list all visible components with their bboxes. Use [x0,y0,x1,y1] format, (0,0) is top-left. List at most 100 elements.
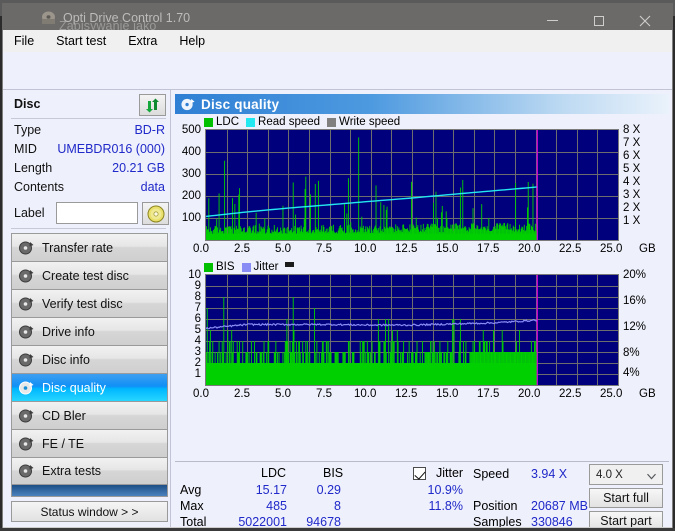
disc-burn-icon [12,268,40,284]
disc-label-input[interactable] [56,202,138,224]
legend-label: LDC [216,116,240,128]
legend-item-write-speed: Write speed [327,116,400,128]
sidebar-item-label: Verify test disc [42,296,123,311]
sidebar-item-label: CD Bler [42,408,86,423]
y2-tick-label: 1 X [623,215,641,227]
x-tick-label: 5.0 [275,243,291,255]
legend-swatch-ldc [204,117,213,127]
y2-tick-label: 8% [623,347,640,359]
stats-value-avg-bis: 0.29 [316,483,341,497]
stats-row-label-avg: Avg [180,483,202,497]
sidebar-item-label: Drive info [42,324,95,339]
sidebar-item-disc-quality[interactable]: Disc quality [11,373,168,401]
menu-item-extra[interactable]: Extra [128,34,157,48]
left-panel: Disc Type BD-R MID UMEBDR016 (000) Lengt… [3,90,170,527]
y2-tick-label: 8 X [623,124,641,136]
disc-info-row-length: Length 20.21 GB [11,160,166,179]
x-tick-label: 5.0 [275,388,291,400]
bis-chart-legend: BIS Jitter [204,261,304,273]
legend-swatch-read-speed [246,117,256,127]
stats-row-label-max: Max [180,499,204,513]
status-window-label: Status window > > [40,504,139,519]
x-tick-label: 15.0 [436,388,459,400]
sidebar-item-label: Transfer rate [42,240,114,255]
x-tick-label: 17.5 [477,243,500,255]
x-tick-label: 25.0 [600,388,623,400]
jitter-label: Jitter [436,466,464,480]
disc-panel-header: Disc [11,94,166,116]
stats-panel: LDC BIS Jitter Avg Max Total 15.17 485 5… [175,461,669,531]
y2-tick-label: 16% [623,295,647,307]
stats-value-avg-jitter: 10.9% [427,483,463,497]
sidebar-item-label: FE / TE [42,436,85,451]
x-tick-label: 2.5 [234,388,250,400]
disc-refresh-button[interactable] [139,94,166,116]
status-window-button[interactable]: Status window > > [11,501,168,522]
stats-value-max-jitter: 11.8% [428,499,463,513]
jitter-checkbox[interactable] [413,467,426,480]
disc-quality-icon [175,97,201,112]
sidebar-item-cd-bler[interactable]: CD Bler [11,401,168,429]
sidebar-item-fe-te[interactable]: FE / TE [11,429,168,457]
disc-burn-icon [12,380,40,396]
legend-item-jitter: Jitter [241,261,278,273]
ldc-chart-legend: LDC Read speed Write speed [204,116,407,128]
disc-burn-icon [12,463,40,479]
sidebar-item-extra-tests[interactable]: Extra tests [11,457,168,485]
x-axis-unit: GB [639,388,656,400]
main-panel: Disc quality LDC Read speed Write speed [170,90,672,531]
disc-info-row-type: Type BD-R [11,122,166,141]
disc-icon-button[interactable] [142,202,169,225]
menu-item-start-test[interactable]: Start test [56,34,106,48]
stats-value-max-ldc: 485 [266,499,287,513]
x-tick-label: 10.0 [354,243,377,255]
titlebar[interactable]: Zapisywanie jako Opti Drive Control 1.70 [2,3,673,33]
stats-col-header-bis: BIS [323,466,344,480]
y2-tick-label: 2 X [623,202,641,214]
x-tick-label: 22.5 [559,243,582,255]
sidebar-item-transfer-rate[interactable]: Transfer rate [11,233,168,261]
legend-item-ldc: LDC [204,116,239,128]
menu-item-help[interactable]: Help [179,34,205,48]
sidebar-item-drive-info[interactable]: Drive info [11,317,168,345]
disc-info-list: Type BD-R MID UMEBDR016 (000) Length 20.… [11,122,166,198]
sidebar-item-verify-test-disc[interactable]: Verify test disc [11,289,168,317]
x-tick-label: 17.5 [477,388,500,400]
sidebar-item-label: Disc info [42,352,90,367]
sidebar-item-label: Create test disc [42,268,129,283]
legend-label: Write speed [339,116,401,128]
sidebar-item-disc-info[interactable]: Disc info [11,345,168,373]
legend-swatch-jitter [241,262,251,272]
y-tick-label: 300 [181,168,201,180]
disc-burn-icon [12,352,40,368]
bis-plot-area [205,274,619,386]
legend-swatch-bis [204,262,213,272]
menu-bar: File Start test Extra Help [3,30,672,52]
menu-item-file[interactable]: File [14,34,34,48]
disc-info-row-mid: MID UMEBDR016 (000) [11,141,166,160]
x-tick-label: 10.0 [354,388,377,400]
disc-label-caption: Label [14,206,45,220]
legend-swatch-write-speed [327,117,337,127]
disc-label-row: Label [11,202,169,226]
test-speed-select[interactable]: 4.0 X [589,464,663,485]
sidebar-item-create-test-disc[interactable]: Create test disc [11,261,168,289]
start-full-button[interactable]: Start full [589,488,663,508]
x-tick-label: 7.5 [316,388,332,400]
disc-info-value: BD-R [134,123,165,137]
legend-item-bis: BIS [204,261,235,273]
legend-label: Read speed [258,116,321,128]
sidebar-item-label: Extra tests [42,464,102,478]
disc-burn-icon [12,324,40,340]
stats-value-position: 20687 MB [531,499,588,513]
legend-item-read-speed: Read speed [246,116,320,128]
x-tick-label: 20.0 [518,243,541,255]
test-speed-value: 4.0 X [596,468,623,481]
y2-tick-label: 5 X [623,163,641,175]
disc-info-key: Contents [14,180,65,194]
disc-info-row-contents: Contents data [11,179,166,198]
y-tick-label: 500 [181,124,201,136]
y2-tick-label: 20% [623,269,647,281]
x-tick-label: 7.5 [316,243,332,255]
x-tick-label: 22.5 [559,388,582,400]
